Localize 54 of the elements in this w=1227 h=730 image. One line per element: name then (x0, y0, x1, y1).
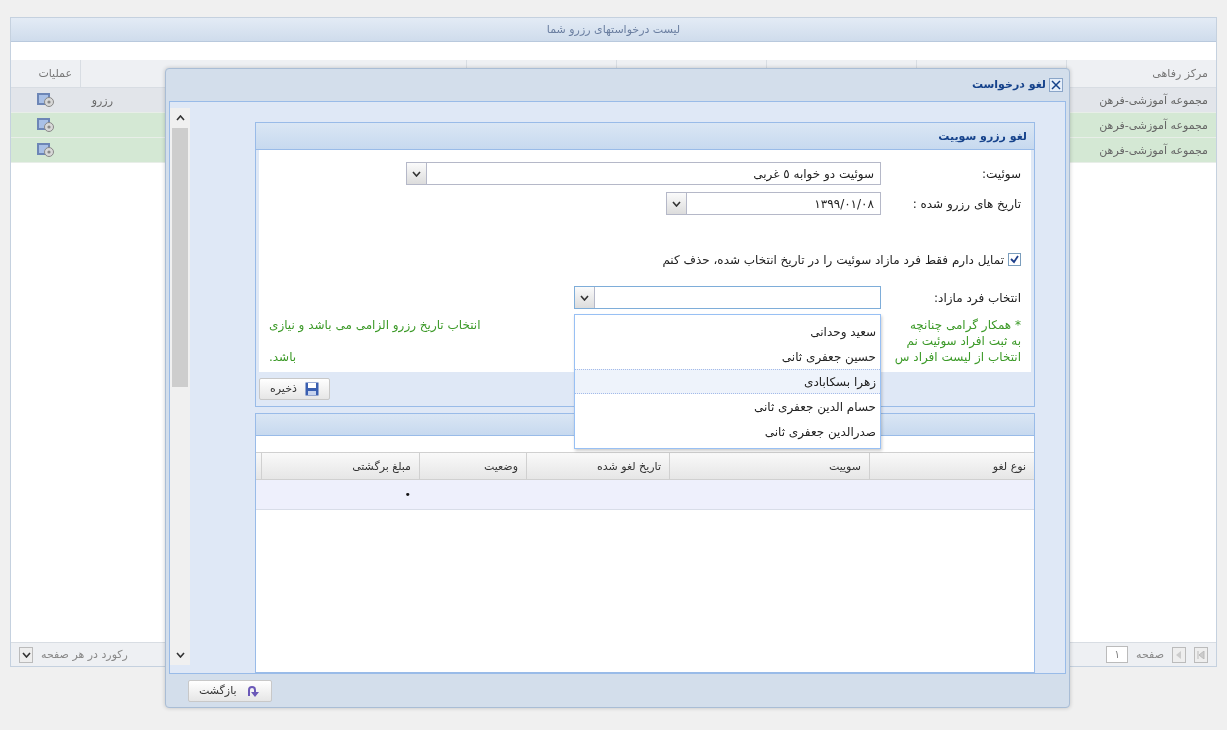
per-page-label: رکورد در هر صفحه (41, 648, 128, 661)
field-label: انتخاب فرد مازاد: (933, 290, 1021, 305)
settings-icon[interactable] (37, 142, 55, 158)
note-text: باشد. (269, 349, 297, 366)
page-input[interactable]: ١ (1106, 646, 1129, 663)
note-text: انتخاب از لیست افراد س (894, 349, 1021, 366)
settings-icon[interactable] (37, 117, 55, 133)
dropdown-option[interactable]: صدرالدین جعفری ثانی (575, 419, 880, 445)
dropdown-option[interactable]: زهرا بسکابادی (575, 369, 880, 395)
settings-icon[interactable] (37, 92, 55, 108)
page-label: صفحه (1136, 648, 1164, 661)
floppy-icon (304, 381, 319, 396)
note-text: * همکار گرامی چنانچه (909, 317, 1021, 334)
checkbox-label: تمایل دارم فقط فرد مازاد سوئیت را در تاریخ انتخاب شده، حذف کنم (662, 252, 1004, 267)
table-cell-text: مجموعه آموزشی-فرهن (1098, 142, 1209, 159)
nav-last-button[interactable] (1194, 646, 1208, 663)
nav-next-button[interactable] (1172, 646, 1186, 663)
dropdown-option[interactable]: سعید وحدانی (575, 319, 880, 345)
note-text: به ثبت افراد سوئیت نم (906, 333, 1021, 350)
table-cell-text: مجموعه آموزشی-فرهن (1098, 117, 1209, 134)
back-button[interactable]: بازگشت (188, 679, 272, 702)
scroll-thumb[interactable] (172, 127, 188, 387)
table-cell-text: رزرو (90, 93, 114, 109)
column-header: تاریخ لغو شده (526, 452, 669, 479)
scrollbar[interactable] (170, 107, 190, 666)
note-text: انتخاب تاریخ رزرو الزامی می باشد و نیازی (269, 317, 481, 334)
caret-icon (21, 651, 31, 658)
chevron-up-icon (175, 114, 185, 121)
table-cell-text: مجموعه آموزشی-فرهن (1098, 92, 1209, 109)
column-header: عملیات (11, 60, 81, 87)
field-label: سوئیت: (980, 166, 1021, 181)
checkbox[interactable] (1008, 253, 1021, 267)
panel-title: لغو رزرو سوییت (256, 122, 1034, 150)
field-label: تاریخ های رزرو شده : (911, 196, 1021, 211)
panel-title: لیست درخواستهای رزرو شما (11, 18, 1216, 42)
save-button[interactable]: ذخیره (259, 377, 330, 400)
column-header: نوع لغو (869, 452, 1034, 479)
column-header: سوییت (669, 452, 869, 479)
caret-icon (580, 294, 589, 301)
suite-select[interactable]: سوئیت دو خوابه ٥ غربی (406, 162, 881, 186)
per-page-select[interactable] (19, 646, 33, 663)
date-select[interactable]: ١٣٩٩/٠١/٠٨ (666, 192, 881, 216)
caret-icon (672, 200, 681, 207)
chevron-down-icon (175, 652, 185, 659)
dropdown-option[interactable]: حسین جعفری ثانی (575, 344, 880, 370)
column-header: وضعیت (419, 452, 526, 479)
next-page-icon (1175, 650, 1183, 659)
dialog-title: لغو درخواست (971, 78, 1046, 92)
column-header: مبلغ برگشتی (261, 452, 419, 479)
table-cell-text: • (403, 486, 412, 503)
caret-icon (412, 170, 421, 177)
dropdown-option[interactable]: حسام الدین جعفری ثانی (575, 394, 880, 420)
last-page-icon (1197, 650, 1205, 659)
close-button[interactable] (1049, 77, 1063, 92)
